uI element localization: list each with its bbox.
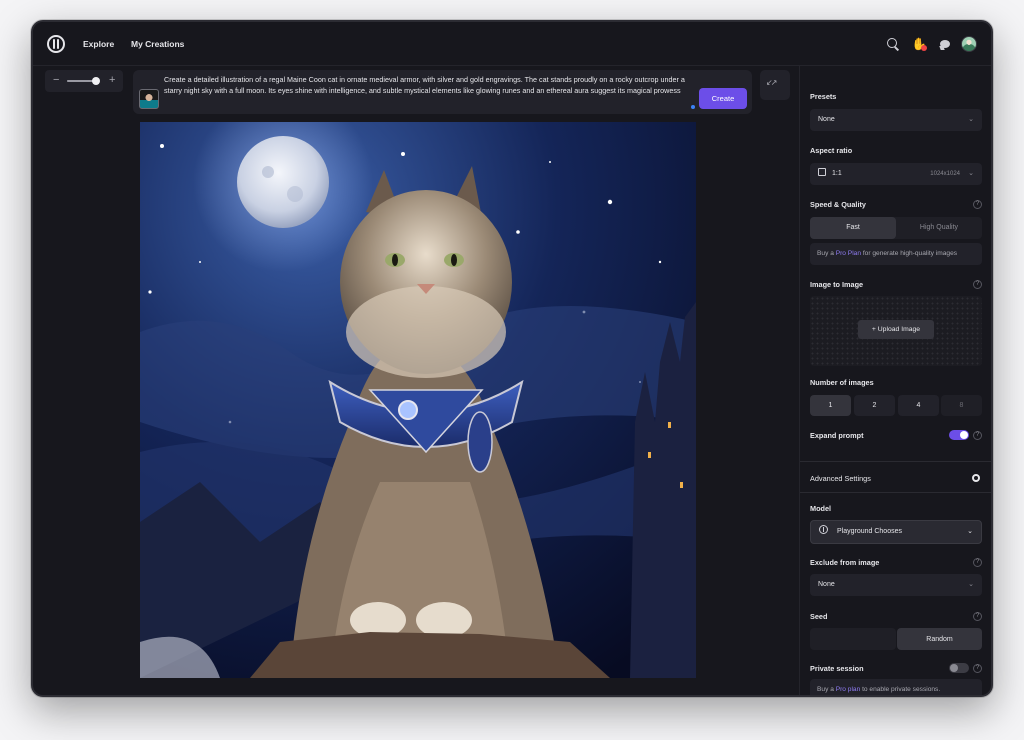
prompt-reference-thumbnail[interactable] (139, 89, 159, 109)
presets-select[interactable]: None ⌄ (810, 109, 982, 131)
help-icon[interactable]: ? (973, 200, 982, 209)
expand-prompt-label: Expand prompt (810, 431, 864, 440)
generated-image-art (140, 122, 696, 678)
settings-panel: Presets None ⌄ Aspect ratio 1:1 1024x102… (799, 66, 991, 695)
divider (800, 461, 991, 462)
num-images-option-4[interactable]: 4 (898, 395, 939, 416)
help-icon[interactable]: ? (973, 280, 982, 289)
aspect-ratio-select[interactable]: 1:1 1024x1024 ⌄ (810, 163, 982, 185)
zoom-in-button[interactable]: + (109, 74, 115, 86)
divider (800, 492, 991, 493)
chat-icon[interactable] (937, 36, 953, 52)
image-upload-dropzone[interactable]: + Upload Image (810, 296, 982, 366)
number-of-images-label: Number of images (810, 378, 874, 387)
num-images-option-2[interactable]: 2 (854, 395, 895, 416)
toggle-knob (950, 664, 958, 672)
pro-plan-private-notice: Buy a Pro plan to enable private session… (810, 679, 982, 695)
notice-suffix: to enable private sessions. (860, 686, 941, 693)
speed-quality-toggle: Fast High Quality (810, 217, 982, 239)
nav-explore[interactable]: Explore (83, 39, 114, 49)
pro-plan-link[interactable]: Pro Plan (836, 250, 861, 257)
expand-prompt-toggle[interactable] (949, 430, 969, 440)
prompt-input[interactable]: Create a detailed illustration of a rega… (164, 75, 694, 96)
presets-label: Presets (810, 92, 837, 101)
model-label: Model (810, 504, 832, 513)
notice-suffix: for generate high-quality images (861, 250, 958, 257)
nav-my-creations[interactable]: My Creations (131, 39, 184, 49)
pro-plan-quality-notice: Buy a Pro Plan for generate high-quality… (810, 243, 982, 265)
speed-quality-label: Speed & Quality (810, 200, 866, 209)
presets-value: None (818, 116, 835, 123)
square-icon (818, 168, 826, 176)
aspect-ratio-size: 1024x1024 (930, 171, 960, 177)
seed-input[interactable] (810, 628, 896, 650)
help-icon[interactable]: ? (973, 664, 982, 673)
gear-icon[interactable] (972, 474, 980, 482)
help-icon[interactable]: ? (973, 431, 982, 440)
random-seed-button[interactable]: Random (897, 628, 982, 650)
private-session-toggle[interactable] (949, 663, 969, 673)
generated-image[interactable] (140, 122, 696, 678)
zoom-out-button[interactable]: − (53, 74, 59, 86)
model-select[interactable]: Playground Chooses ⌄ (810, 520, 982, 544)
num-images-option-1[interactable]: 1 (810, 395, 851, 416)
num-images-option-8[interactable]: 8 (941, 395, 982, 416)
exclude-select[interactable]: None ⌄ (810, 574, 982, 596)
logo-icon[interactable] (47, 35, 65, 53)
create-button[interactable]: Create (699, 88, 747, 109)
help-icon[interactable]: ? (973, 558, 982, 567)
avatar[interactable] (961, 36, 977, 52)
expand-icon[interactable] (760, 70, 790, 100)
upload-image-button[interactable]: + Upload Image (858, 320, 934, 339)
speed-high-quality-option[interactable]: High Quality (896, 217, 982, 239)
private-session-label: Private session (810, 664, 864, 673)
app-window: Explore My Creations ✋ − + Create a deta… (31, 20, 993, 697)
seed-label: Seed (810, 612, 828, 621)
chevron-down-icon: ⌄ (968, 581, 974, 588)
prompt-status-dot (691, 105, 695, 109)
zoom-slider[interactable] (67, 77, 100, 85)
notice-prefix: Buy a (817, 686, 836, 693)
chevron-down-icon: ⌄ (968, 116, 974, 123)
image-to-image-label: Image to Image (810, 280, 864, 289)
pro-plan-link[interactable]: Pro plan (836, 686, 861, 693)
model-icon (819, 525, 828, 534)
aspect-ratio-value: 1:1 (832, 170, 842, 177)
chevron-down-icon: ⌄ (968, 170, 974, 177)
exclude-value: None (818, 581, 835, 588)
help-icon[interactable]: ? (973, 612, 982, 621)
model-value: Playground Chooses (837, 528, 902, 535)
toggle-knob (960, 431, 968, 439)
advanced-settings-label[interactable]: Advanced Settings (810, 474, 871, 483)
notification-dot (921, 45, 927, 51)
prompt-bar: Create a detailed illustration of a rega… (133, 70, 752, 114)
aspect-ratio-label: Aspect ratio (810, 146, 853, 155)
search-icon[interactable] (885, 36, 901, 52)
top-bar: Explore My Creations ✋ (33, 22, 991, 66)
zoom-control: − + (45, 70, 123, 92)
notice-prefix: Buy a (817, 250, 836, 257)
chevron-down-icon: ⌄ (967, 528, 973, 535)
zoom-slider-thumb[interactable] (91, 77, 100, 85)
exclude-label: Exclude from image (810, 558, 880, 567)
speed-fast-option[interactable]: Fast (810, 217, 896, 239)
hand-icon[interactable]: ✋ (911, 36, 927, 52)
